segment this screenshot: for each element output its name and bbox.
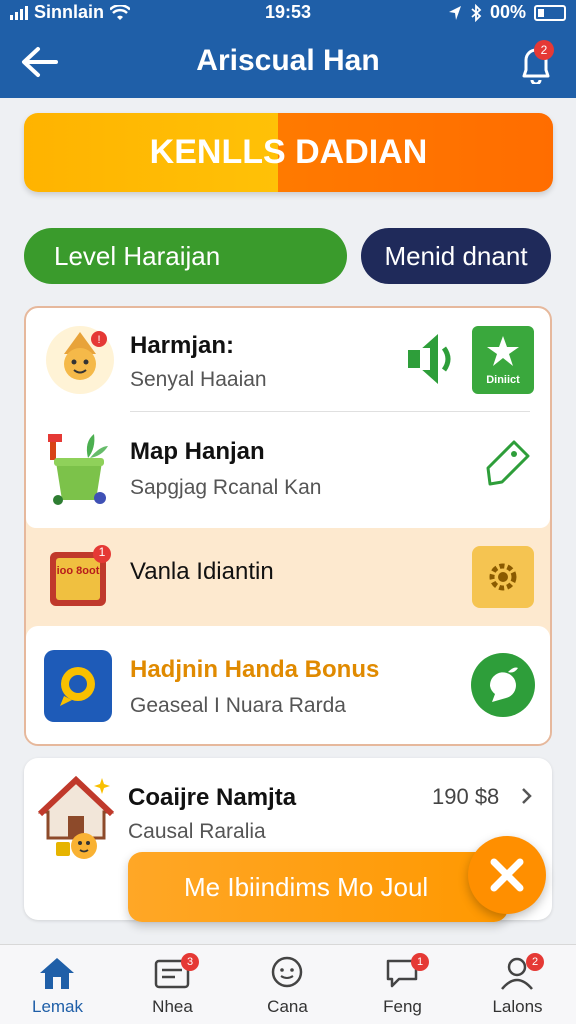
close-button[interactable] [468, 836, 546, 914]
item-value: 190 $8 [432, 784, 500, 809]
settings-button[interactable] [472, 546, 534, 608]
item-subtitle: Sapgjag Rcanal Kan [130, 476, 322, 499]
nav-badge: 1 [411, 953, 429, 971]
item-subtitle: Senyal Haaian [130, 368, 267, 391]
nav-label: Feng [383, 997, 422, 1016]
chevron-right-icon [522, 788, 532, 804]
gift-box-badge: 1 [98, 545, 106, 559]
tag-icon[interactable] [484, 438, 532, 490]
notification-badge: 2 [534, 40, 554, 60]
item-title: Harmjan: [130, 332, 235, 359]
nav-badge: 2 [526, 953, 544, 971]
chat-bubble-icon [60, 667, 95, 706]
level-button[interactable]: Level Haraijan [24, 228, 347, 284]
battery-percent: 00% [489, 2, 526, 22]
svg-text:!: ! [97, 334, 100, 346]
item-title: Map Hanjan [130, 438, 265, 465]
item-title: Hadjnin Handa Bonus [130, 656, 380, 683]
item-title: Coaijre Namjta [128, 784, 297, 811]
list-item[interactable]: ioo 8oot 1 Vanla Idiantin [26, 530, 550, 626]
nav-label: Cana [267, 997, 308, 1016]
nav-item-mail[interactable]: 3 Nhea [115, 945, 230, 1024]
gift-box-icon: ioo 8oot 1 [46, 544, 112, 610]
chat-icon [271, 956, 303, 988]
toast-message[interactable]: Me Ibiindims Mo Joul [128, 852, 508, 922]
nav-label: Lalons [492, 997, 543, 1016]
nav-item-profile[interactable]: 2 Lalons [460, 945, 575, 1024]
app-header: Sinnlain 19:53 00% Ariscual Han 2 [0, 0, 576, 98]
location-icon [448, 5, 461, 20]
download-button[interactable]: Diniict [472, 326, 534, 394]
feature-card: ! Harmjan: Senyal Haaian Diniict Map Han… [26, 308, 550, 528]
download-label: Diniict [486, 374, 520, 386]
nav-item-speech[interactable]: 1 Feng [345, 945, 460, 1024]
item-title: Vanla Idiantin [130, 558, 274, 585]
battery-icon [534, 4, 566, 21]
bluetooth-icon [471, 3, 482, 22]
nav-badge: 3 [181, 953, 199, 971]
notification-button[interactable]: 2 [516, 40, 556, 84]
apple-chat-icon[interactable] [470, 652, 536, 718]
speaker-icon[interactable] [404, 330, 460, 388]
page-title: Ariscual Han [196, 44, 380, 77]
star-icon [487, 336, 519, 366]
promo-banner[interactable]: KENLLS DADIAN [24, 113, 553, 192]
bonus-app-icon [44, 650, 112, 722]
plant-pot-icon [48, 434, 108, 505]
bonus-card[interactable]: Hadjnin Handa Bonus Geaseal I Nuara Rard… [26, 626, 550, 744]
character-icon: ! [46, 326, 114, 394]
nav-label: Nhea [152, 997, 193, 1016]
menu-button[interactable]: Menid dnant [361, 228, 551, 284]
gift-box-text: ioo 8oot [56, 565, 100, 577]
item-subtitle: Geaseal I Nuara Rarda [130, 694, 346, 717]
close-icon [490, 858, 524, 892]
list-item[interactable]: ! Harmjan: Senyal Haaian Diniict [26, 308, 550, 412]
house-icon [38, 775, 115, 859]
bottom-navigation: Lemak 3 Nhea Cana 1 Feng 2 Lalons [0, 944, 576, 1024]
nav-item-chat[interactable]: Cana [230, 945, 345, 1024]
list-item[interactable]: Map Hanjan Sapgjag Rcanal Kan [26, 412, 550, 528]
gear-icon [489, 563, 517, 591]
home-icon [40, 958, 74, 989]
status-bar: Sinnlain 19:53 00% [0, 0, 576, 26]
nav-label: Lemak [31, 997, 84, 1016]
item-subtitle: Causal Raralia [128, 820, 266, 843]
nav-item-home[interactable]: Lemak [0, 945, 115, 1024]
feature-card-group: ! Harmjan: Senyal Haaian Diniict Map Han… [24, 306, 552, 746]
